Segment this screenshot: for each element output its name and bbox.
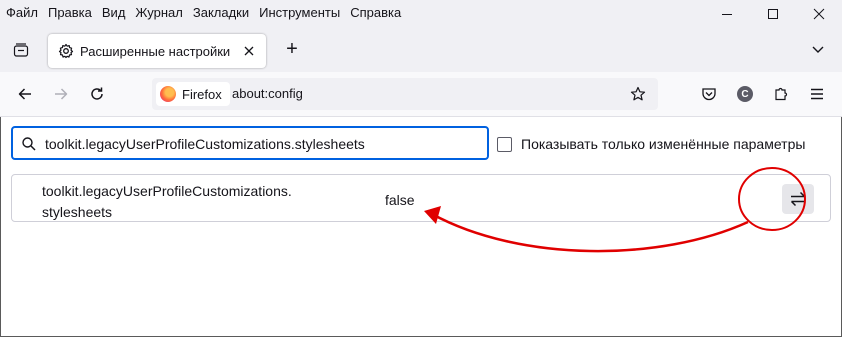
close-icon: [244, 46, 254, 56]
maximize-icon: [768, 9, 778, 19]
menu-view[interactable]: Вид: [102, 5, 126, 20]
pref-value: false: [385, 192, 415, 208]
menu-history[interactable]: Журнал: [135, 5, 182, 20]
new-tab-button[interactable]: +: [280, 37, 304, 61]
firefox-view-button[interactable]: [8, 37, 34, 63]
star-icon: [630, 86, 646, 101]
tab-strip: Расширенные настройки +: [0, 28, 842, 72]
menu-tools[interactable]: Инструменты: [259, 5, 340, 20]
tab-title: Расширенные настройки: [80, 43, 231, 59]
list-all-tabs-button[interactable]: [806, 37, 830, 61]
reload-button[interactable]: [84, 81, 110, 107]
arrow-right-icon: [55, 88, 68, 100]
chevron-down-icon: [812, 46, 824, 53]
toggle-pref-button[interactable]: [782, 184, 814, 214]
hamburger-icon: [811, 88, 823, 100]
search-icon: [22, 137, 36, 151]
tab-close-button[interactable]: [240, 42, 258, 60]
show-modified-checkbox[interactable]: [497, 136, 512, 152]
url-text[interactable]: about:config: [232, 86, 303, 101]
window-controls: [704, 0, 842, 28]
navigation-toolbar: Firefox about:config C: [0, 72, 842, 117]
config-search-input[interactable]: toolkit.legacyUserProfileCustomizations.…: [11, 126, 489, 160]
pocket-button[interactable]: [696, 81, 722, 107]
menu-bar: Файл Правка Вид Журнал Закладки Инструме…: [0, 0, 842, 28]
show-modified-label: Показывать только изменённые параметры: [521, 136, 806, 152]
account-button[interactable]: C: [732, 81, 758, 107]
tab-advanced-settings[interactable]: Расширенные настройки: [48, 34, 266, 68]
pref-name-line1: toolkit.legacyUserProfileCustomizations.: [42, 183, 292, 199]
firefox-view-icon: [13, 43, 29, 57]
identity-box[interactable]: Firefox: [156, 82, 230, 106]
minimize-icon: [722, 14, 732, 15]
menu-items: Файл Правка Вид Журнал Закладки Инструме…: [6, 5, 401, 20]
arrow-left-icon: [18, 88, 31, 100]
gear-icon: [58, 43, 74, 59]
toggle-arrows-icon: [790, 191, 806, 207]
url-bar[interactable]: Firefox about:config: [152, 78, 658, 110]
reload-icon: [91, 87, 103, 100]
bookmark-star-button[interactable]: [626, 82, 650, 106]
search-value: toolkit.legacyUserProfileCustomizations.…: [45, 136, 365, 152]
avatar: C: [737, 86, 753, 102]
identity-label: Firefox: [182, 86, 222, 102]
menu-edit[interactable]: Правка: [48, 5, 92, 20]
maximize-button[interactable]: [750, 0, 796, 28]
app-menu-button[interactable]: [804, 81, 830, 107]
menu-bookmarks[interactable]: Закладки: [193, 5, 249, 20]
forward-button[interactable]: [48, 81, 74, 107]
firefox-logo-icon: [160, 86, 176, 102]
close-icon: [813, 8, 825, 20]
menu-file[interactable]: Файл: [6, 5, 38, 20]
pref-name-line2: stylesheets: [42, 204, 113, 220]
back-button[interactable]: [12, 81, 38, 107]
show-modified-toggle[interactable]: Показывать только изменённые параметры: [497, 136, 805, 152]
puzzle-icon: [775, 87, 788, 101]
extensions-button[interactable]: [768, 81, 794, 107]
pref-row: toolkit.legacyUserProfileCustomizations.…: [11, 174, 831, 222]
menu-help[interactable]: Справка: [350, 5, 401, 20]
minimize-button[interactable]: [704, 0, 750, 28]
pref-name: toolkit.legacyUserProfileCustomizations.…: [42, 181, 342, 223]
pocket-icon: [702, 88, 716, 101]
close-window-button[interactable]: [796, 0, 842, 28]
